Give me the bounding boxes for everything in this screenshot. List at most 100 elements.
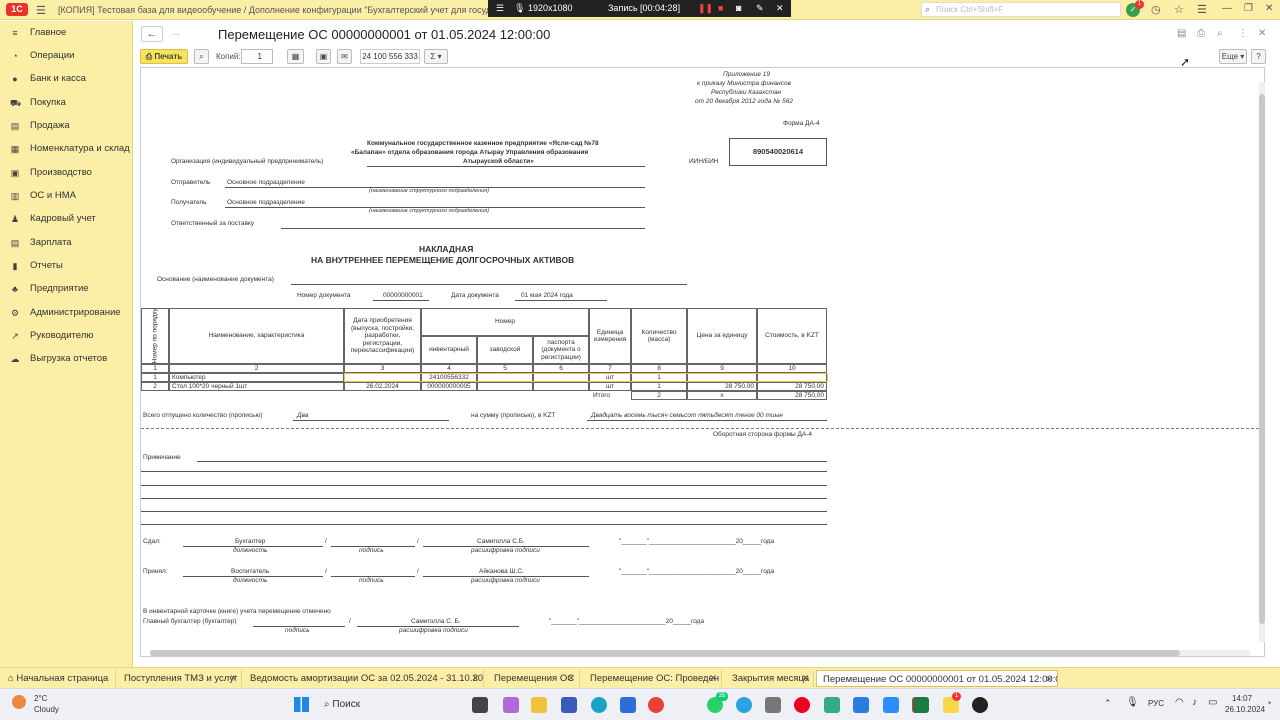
copilot-icon[interactable] bbox=[503, 697, 519, 713]
chrome-icon[interactable] bbox=[648, 697, 664, 713]
row2-cost[interactable]: 28 750,00 bbox=[757, 382, 827, 391]
monitor-icon[interactable] bbox=[824, 697, 840, 713]
sidebar-item-salary[interactable]: ▤ Зарплата bbox=[0, 233, 133, 253]
more-button[interactable]: Еще ▾ bbox=[1219, 49, 1247, 64]
back-button[interactable]: ← bbox=[141, 26, 163, 42]
history-icon[interactable]: ◷ bbox=[1151, 3, 1161, 16]
sidebar-item-purchase[interactable]: ⛟ Покупка bbox=[0, 93, 133, 113]
store-icon[interactable] bbox=[620, 697, 636, 713]
sidebar-item-enterprise[interactable]: ♣ Предприятие bbox=[0, 279, 133, 299]
battery-icon[interactable]: ▭ bbox=[1208, 697, 1217, 708]
tab-receipts[interactable]: Поступления ТМЗ и услуг ✕ bbox=[118, 670, 242, 687]
sidebar-item-bank[interactable]: ● Банк и касса bbox=[0, 69, 133, 89]
app-icon[interactable] bbox=[561, 697, 577, 713]
mic-icon[interactable]: 🎙 bbox=[1126, 697, 1139, 708]
sidebar-item-production[interactable]: ▣ Производство bbox=[0, 163, 133, 183]
zoom-icon[interactable] bbox=[883, 697, 899, 713]
clock-date[interactable]: 26.10.2024 bbox=[1225, 705, 1265, 714]
sidebar-item-manager[interactable]: ↗ Руководителю bbox=[0, 326, 133, 346]
close-tab-icon[interactable]: ✕ bbox=[1045, 674, 1053, 685]
row2-factory[interactable] bbox=[477, 382, 533, 391]
close-recorder-icon[interactable]: ✕ bbox=[776, 3, 784, 14]
network-app-icon[interactable] bbox=[853, 697, 869, 713]
clock-time[interactable]: 14:07 bbox=[1232, 694, 1252, 703]
telegram-icon[interactable] bbox=[736, 697, 752, 713]
tab-month-close[interactable]: Закрытия месяца ✕ bbox=[726, 670, 814, 687]
col-number-cell: 9 bbox=[687, 364, 757, 373]
preview-icon[interactable]: ⌕ bbox=[1217, 28, 1223, 39]
save-doc-icon[interactable]: ▤ bbox=[1177, 28, 1186, 39]
email-button[interactable]: ✉ bbox=[337, 49, 352, 64]
help-button[interactable]: ? bbox=[1251, 49, 1266, 64]
row2-qty[interactable]: 1 bbox=[631, 382, 687, 391]
browser-icon[interactable] bbox=[765, 697, 781, 713]
tab-transfers[interactable]: Перемещения ОС ✕ bbox=[488, 670, 580, 687]
pause-icon[interactable]: ❚❚ bbox=[698, 3, 713, 14]
volume-icon[interactable]: ♪ bbox=[1192, 697, 1197, 708]
row2-name[interactable]: Стол 100*20 черный 1шт bbox=[169, 382, 344, 391]
language-indicator[interactable]: РУС bbox=[1148, 699, 1164, 708]
tab-current-transfer[interactable]: Перемещение ОС 00000000001 от 01.05.2024… bbox=[816, 670, 1058, 687]
tab-transfer-posted[interactable]: Перемещение ОС: Проведен ✕ bbox=[584, 670, 722, 687]
close-window-icon[interactable]: ✕ bbox=[1265, 3, 1273, 14]
recorder-app-icon[interactable] bbox=[972, 697, 988, 713]
recorder-mic-icon[interactable]: 🎙 bbox=[514, 3, 525, 14]
close-tab-icon[interactable]: ✕ bbox=[567, 673, 575, 684]
windows-start-icon[interactable] bbox=[294, 697, 309, 712]
tab-home[interactable]: ⌂ Начальная страница bbox=[0, 670, 116, 687]
sidebar-item-fixed-assets[interactable]: ▥ ОС и НМА bbox=[0, 186, 133, 206]
close-tab-icon[interactable]: ✕ bbox=[229, 673, 237, 684]
vertical-scrollbar[interactable] bbox=[1259, 82, 1265, 642]
forward-button[interactable]: → bbox=[165, 26, 187, 42]
close-tab-icon[interactable]: ✕ bbox=[709, 673, 717, 684]
sidebar-item-warehouse[interactable]: ▦ Номенклатура и склад bbox=[0, 139, 133, 159]
sidebar-item-main[interactable]: ≡ Главное bbox=[0, 23, 133, 43]
tray-chevron-icon[interactable]: ⌃ bbox=[1104, 698, 1112, 709]
sidebar-item-hr[interactable]: ♟ Кадровый учет bbox=[0, 209, 133, 229]
preview-button[interactable]: ⌕ bbox=[194, 49, 209, 64]
favorites-icon[interactable]: ☆ bbox=[1174, 3, 1184, 16]
pen-icon[interactable]: ✎ bbox=[756, 3, 764, 14]
copies-input[interactable]: 1 bbox=[241, 49, 273, 64]
taskbar-search[interactable]: ⌕ Поиск bbox=[318, 695, 458, 715]
row1-name[interactable]: Компьютер bbox=[169, 373, 344, 382]
explorer-icon[interactable] bbox=[531, 697, 547, 713]
sidebar-item-operations[interactable]: ◔ Операции bbox=[0, 46, 133, 66]
row2-passport[interactable] bbox=[533, 382, 589, 391]
functions-menu-icon[interactable]: ☰ bbox=[1197, 3, 1207, 16]
close-tab-icon[interactable]: ✕ bbox=[471, 673, 479, 684]
close-doc-icon[interactable]: ✕ bbox=[1258, 28, 1266, 39]
tab-depreciation[interactable]: Ведомость амортизации ОС за 02.05.2024 -… bbox=[244, 670, 484, 687]
row2-price[interactable]: 28 750,00 bbox=[687, 382, 757, 391]
recorder-menu-icon[interactable]: ☰ bbox=[496, 3, 504, 14]
row2-inv[interactable]: 000000000005 bbox=[421, 382, 477, 391]
print-button[interactable]: ⎙ Печать bbox=[140, 49, 188, 64]
restore-icon[interactable]: ❐ bbox=[1244, 3, 1253, 14]
scroll-thumb[interactable] bbox=[1259, 94, 1265, 624]
camera-icon[interactable]: ◙ bbox=[736, 3, 741, 13]
excel-icon[interactable] bbox=[913, 697, 929, 713]
wifi-icon[interactable]: ◠ bbox=[1175, 697, 1184, 708]
print-icon[interactable]: ⎙ bbox=[1197, 28, 1205, 39]
sidebar-item-reports[interactable]: ▮ Отчеты bbox=[0, 256, 133, 276]
scroll-thumb[interactable] bbox=[150, 650, 1180, 656]
global-search-input[interactable]: Поиск Ctrl+Shift+F bbox=[921, 2, 1121, 17]
stop-icon[interactable]: ■ bbox=[718, 3, 723, 13]
sidebar-item-export[interactable]: ☁ Выгрузка отчетов bbox=[0, 349, 133, 369]
horizontal-scrollbar[interactable] bbox=[150, 650, 1250, 656]
sidebar-item-admin[interactable]: ⚙ Администрирование bbox=[0, 303, 133, 323]
notification-center-icon[interactable]: ◔ bbox=[1266, 698, 1271, 708]
sum-button[interactable]: Σ ▾ bbox=[424, 49, 448, 64]
minimize-icon[interactable]: — bbox=[1222, 3, 1232, 14]
more-vert-icon[interactable]: ⋮ bbox=[1238, 28, 1248, 39]
sidebar-item-sales[interactable]: ▤ Продажа bbox=[0, 116, 133, 136]
row2-unit[interactable]: шт bbox=[589, 382, 631, 391]
save-button[interactable]: ▣ bbox=[316, 49, 331, 64]
row2-date[interactable]: 26.02.2024 bbox=[344, 382, 421, 391]
yandex-icon[interactable] bbox=[794, 697, 810, 713]
close-tab-icon[interactable]: ✕ bbox=[801, 673, 809, 684]
menu-icon[interactable]: ☰ bbox=[36, 4, 46, 17]
edge-icon[interactable] bbox=[591, 697, 607, 713]
excel-button[interactable]: ▦ bbox=[287, 49, 304, 64]
task-view-icon[interactable] bbox=[472, 697, 488, 713]
